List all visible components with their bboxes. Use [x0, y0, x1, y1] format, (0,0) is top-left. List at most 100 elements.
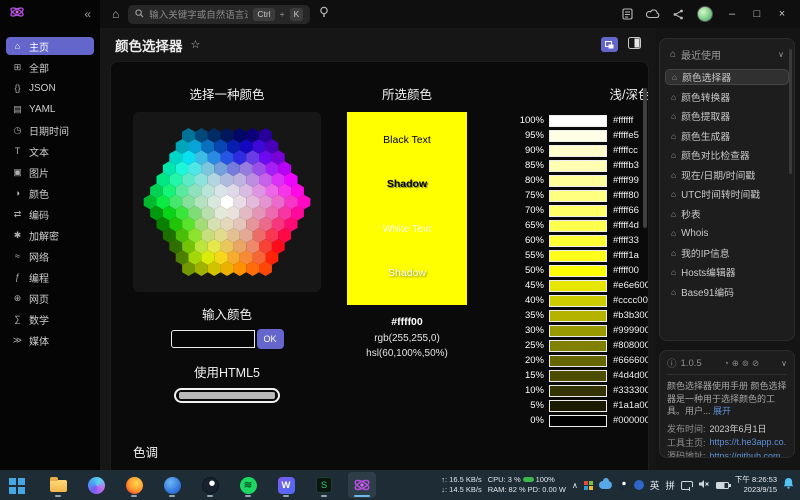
- speaker-muted-icon[interactable]: [699, 476, 710, 494]
- home-icon[interactable]: ⌂: [112, 7, 119, 21]
- recent-item[interactable]: ⌂我的IP信息: [665, 245, 789, 261]
- panel-toggle-icon[interactable]: [628, 36, 641, 54]
- shade-swatch[interactable]: [549, 310, 607, 322]
- info-row-link[interactable]: https://t.he3app.co...: [710, 437, 787, 447]
- clock[interactable]: 下午 8:26:53 2023/9/15: [735, 475, 777, 495]
- github-icon[interactable]: ⊚: [742, 358, 749, 369]
- color-input[interactable]: [171, 330, 255, 348]
- expand-link[interactable]: 展开: [713, 406, 731, 416]
- sidebar-item-json[interactable]: {}JSON: [6, 79, 94, 97]
- sidebar-item-color[interactable]: ◑颜色: [6, 184, 94, 202]
- mini-window-icon[interactable]: [601, 37, 618, 52]
- shade-swatch[interactable]: [549, 115, 607, 127]
- taskbar-app-firefox[interactable]: [120, 472, 148, 498]
- ime-indicator[interactable]: 拼: [665, 478, 675, 492]
- bulb-icon[interactable]: [319, 5, 329, 23]
- taskbar-app-explorer[interactable]: [44, 472, 72, 498]
- minimize-button[interactable]: –: [726, 8, 738, 20]
- tray-steam-icon[interactable]: [618, 480, 628, 490]
- recent-item[interactable]: ⌂颜色对比检查器: [665, 147, 789, 163]
- sidebar-item-yaml[interactable]: ▤YAML: [6, 100, 94, 118]
- shade-swatch[interactable]: [549, 175, 607, 187]
- shade-swatch[interactable]: [549, 220, 607, 232]
- taskbar-app-blue-app[interactable]: [158, 472, 186, 498]
- recent-item[interactable]: ⌂颜色提取器: [665, 108, 789, 124]
- hex-color-picker[interactable]: [141, 124, 313, 280]
- sidebar-item-network[interactable]: ≈网络: [6, 247, 94, 265]
- sidebar-item-datetime[interactable]: ◷日期时间: [6, 121, 94, 139]
- recent-item[interactable]: ⌂Base91编码: [665, 284, 789, 300]
- maximize-button[interactable]: □: [751, 8, 763, 20]
- sidebar-item-web[interactable]: ⊕网页: [6, 289, 94, 307]
- sidebar-item-media[interactable]: ≫媒体: [6, 331, 94, 349]
- shade-swatch[interactable]: [549, 295, 607, 307]
- shade-swatch[interactable]: [549, 280, 607, 292]
- recent-header[interactable]: ⌂ 最近使用 ∨: [663, 45, 791, 69]
- system-stats[interactable]: CPU: 3 % 100% RAM: 82 % PD: 0.00 W: [488, 475, 566, 495]
- recent-item[interactable]: ⌂现在/日期/时间戳: [665, 167, 789, 183]
- sidebar-item-programming[interactable]: ƒ编程: [6, 268, 94, 286]
- recent-item[interactable]: ⌂颜色转换器: [665, 89, 789, 105]
- shade-swatch[interactable]: [549, 370, 607, 382]
- taskbar-app-copilot[interactable]: [82, 472, 110, 498]
- notes-icon[interactable]: [622, 8, 633, 20]
- shade-swatch[interactable]: [549, 250, 607, 262]
- shade-swatch[interactable]: [549, 385, 607, 397]
- history-icon[interactable]: ◔: [724, 358, 729, 369]
- sidebar-item-text[interactable]: T文本: [6, 142, 94, 160]
- shade-swatch[interactable]: [549, 355, 607, 367]
- shade-swatch[interactable]: [549, 130, 607, 142]
- shade-swatch[interactable]: [549, 205, 607, 217]
- taskbar-app-steam[interactable]: [196, 472, 224, 498]
- share-icon[interactable]: [673, 9, 684, 20]
- cloud-sync-icon[interactable]: [646, 9, 660, 19]
- sidebar-item-all[interactable]: ⊞全部: [6, 58, 94, 76]
- taskbar-app-screen-app[interactable]: S: [310, 472, 338, 498]
- shade-swatch[interactable]: [549, 325, 607, 337]
- shade-swatch[interactable]: [549, 400, 607, 412]
- recent-item[interactable]: ⌂UTC时间转时间戳: [665, 186, 789, 202]
- taskbar-app-he3[interactable]: [348, 472, 376, 498]
- recent-item[interactable]: ⌂Hosts编辑器: [665, 264, 789, 280]
- shade-swatch[interactable]: [549, 190, 607, 202]
- sidebar-item-math[interactable]: ∑数学: [6, 310, 94, 328]
- sidebar-item-encoding[interactable]: ⇄编码: [6, 205, 94, 223]
- recent-item[interactable]: ⌂Whois: [665, 225, 789, 241]
- html5-color-input[interactable]: [174, 388, 280, 403]
- close-button[interactable]: ×: [776, 8, 788, 20]
- sidebar-item-image[interactable]: ▣图片: [6, 163, 94, 181]
- shade-swatch[interactable]: [549, 160, 607, 172]
- chevron-down-icon[interactable]: ∨: [778, 50, 784, 59]
- recent-item[interactable]: ⌂颜色生成器: [665, 128, 789, 144]
- search-input[interactable]: 输入关键字或自然语言进... Ctrl + K: [128, 5, 310, 24]
- recent-item[interactable]: ⌂颜色选择器: [665, 69, 789, 85]
- avatar[interactable]: [697, 6, 713, 22]
- recent-scrollbar[interactable]: [789, 49, 792, 174]
- taskbar-app-start[interactable]: [6, 472, 34, 498]
- globe-icon[interactable]: ⊕: [732, 358, 739, 369]
- tray-app-icon[interactable]: [634, 480, 644, 490]
- language-indicator[interactable]: 英: [650, 478, 660, 492]
- info-row-link[interactable]: https://github.com...: [710, 451, 787, 458]
- shade-swatch[interactable]: [549, 145, 607, 157]
- tray-windows-icon[interactable]: [584, 481, 588, 485]
- info-chevron-down-icon[interactable]: ∨: [781, 359, 787, 368]
- panel-scrollbar[interactable]: [643, 88, 647, 228]
- taskbar-app-wave-app[interactable]: W: [272, 472, 300, 498]
- shade-swatch[interactable]: [549, 265, 607, 277]
- favorite-star-icon[interactable]: ☆: [191, 38, 201, 51]
- license-icon[interactable]: ⊘: [752, 358, 759, 369]
- sidebar-item-home[interactable]: ⌂主页: [6, 37, 94, 55]
- shade-swatch[interactable]: [549, 340, 607, 352]
- sidebar-item-crypto[interactable]: ✱加解密: [6, 226, 94, 244]
- tray-expand-icon[interactable]: ∧: [572, 481, 578, 490]
- recent-item[interactable]: ⌂秒表: [665, 206, 789, 222]
- shade-swatch[interactable]: [549, 235, 607, 247]
- battery-icon[interactable]: [716, 482, 729, 489]
- notification-bell-icon[interactable]: [783, 476, 794, 494]
- touch-keyboard-icon[interactable]: [681, 481, 693, 490]
- ok-button[interactable]: OK: [257, 329, 284, 349]
- shade-swatch[interactable]: [549, 415, 607, 427]
- tray-cloud-icon[interactable]: [599, 481, 612, 489]
- taskbar-app-spotify[interactable]: ≋: [234, 472, 262, 498]
